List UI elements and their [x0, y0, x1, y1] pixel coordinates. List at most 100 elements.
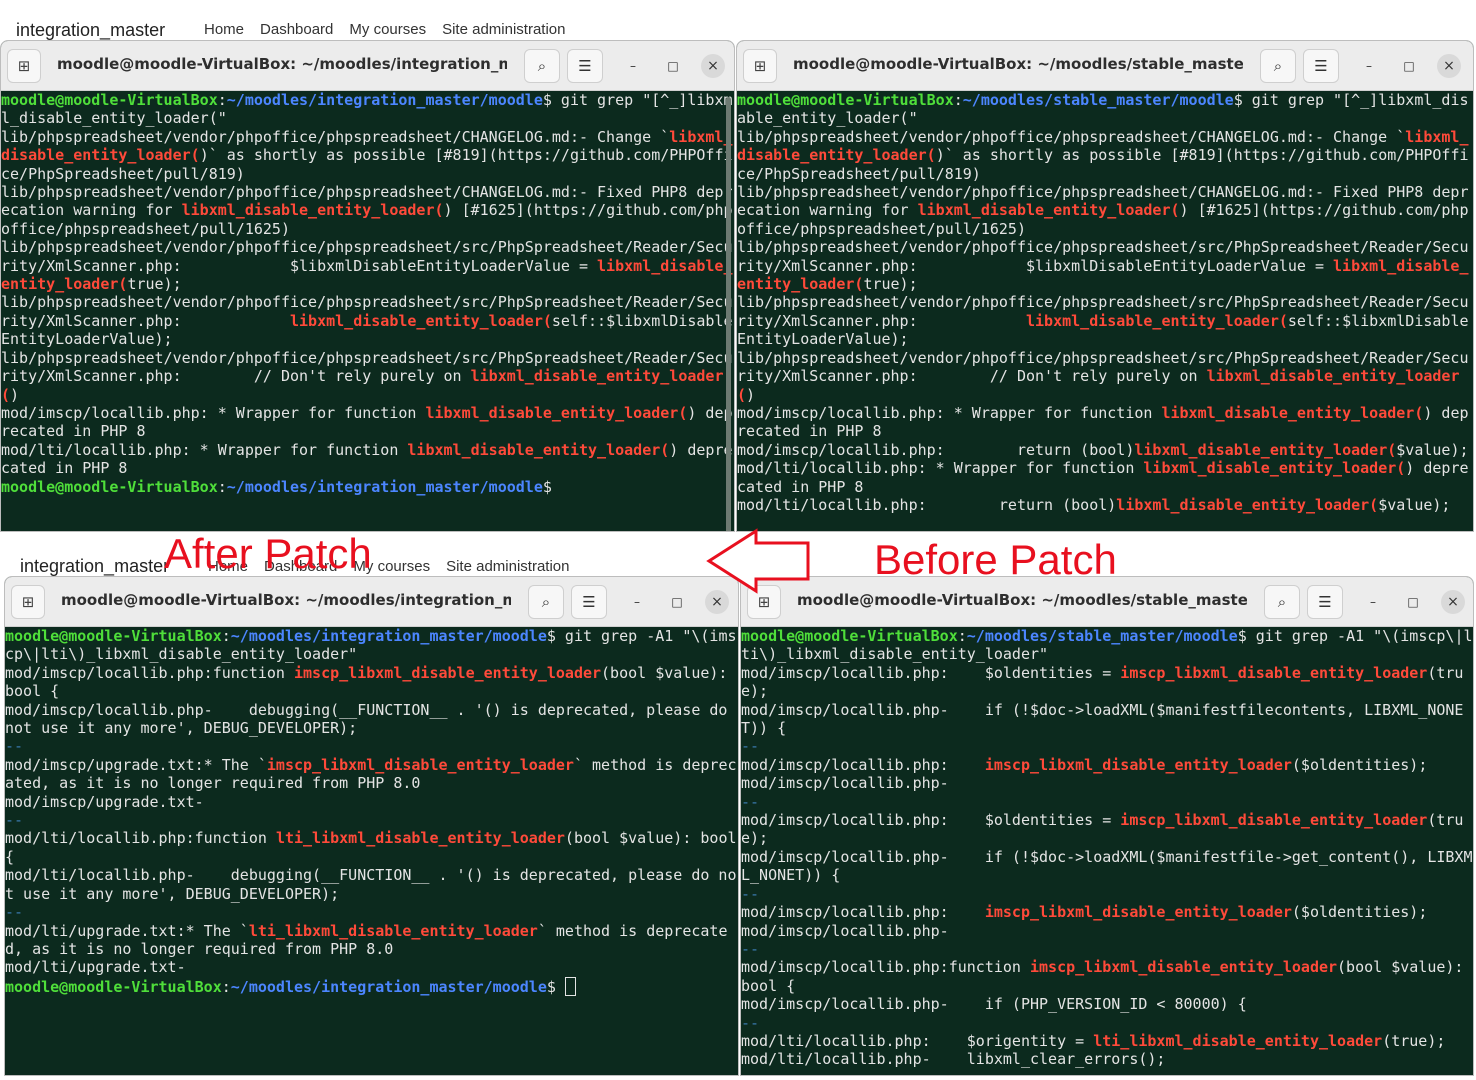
output-text: mod/imscp/locallib.php: — [741, 903, 985, 922]
terminal-line: -- — [5, 903, 738, 921]
maximize-button[interactable]: □ — [661, 54, 685, 78]
output-text: mod/imscp/locallib.php- — [741, 921, 949, 940]
output-text: mod/imscp/locallib.php- if (!$doc->loadX… — [741, 700, 1464, 738]
minimize-icon: – — [630, 59, 636, 73]
maximize-icon: □ — [1403, 59, 1415, 73]
cursor — [564, 976, 576, 996]
output-text: mod/imscp/locallib.php: return (bool) — [737, 440, 1135, 459]
terminal-bottom-right[interactable]: ⊞ moodle@moodle-VirtualBox: ~/moodles/st… — [740, 576, 1474, 1076]
output-text: ) — [10, 385, 20, 404]
menu-button[interactable]: ☰ — [567, 49, 603, 83]
nav-dashboard[interactable]: Dashboard — [260, 21, 333, 38]
search-button[interactable]: ⌕ — [1264, 585, 1300, 619]
hamburger-menu-icon: ☰ — [578, 57, 592, 75]
nav-site-administration[interactable]: Site administration — [442, 21, 565, 38]
menu-button[interactable]: ☰ — [1303, 49, 1339, 83]
search-icon: ⌕ — [1277, 593, 1287, 611]
terminal-output[interactable]: moodle@moodle-VirtualBox:~/moodles/stabl… — [741, 627, 1473, 1075]
new-tab-button[interactable]: ⊞ — [11, 585, 45, 619]
minimize-button[interactable]: – — [1357, 54, 1381, 78]
prompt-path: ~/moodles/integration_master/moodle — [230, 977, 547, 996]
menu-button[interactable]: ☰ — [571, 585, 607, 619]
new-tab-icon: ⊞ — [21, 593, 35, 611]
terminal-titlebar[interactable]: ⊞ moodle@moodle-VirtualBox: ~/moodles/st… — [741, 577, 1473, 627]
terminal-line: mod/imscp/locallib.php- — [741, 774, 1473, 792]
terminal-line: moodle@moodle-VirtualBox:~/moodles/integ… — [1, 91, 734, 128]
maximize-icon: □ — [667, 59, 679, 73]
terminal-line: lib/phpspreadsheet/vendor/phpoffice/phps… — [737, 238, 1473, 293]
terminal-titlebar[interactable]: ⊞ moodle@moodle-VirtualBox: ~/moodles/in… — [5, 577, 738, 627]
output-text: ($oldentities); — [1291, 755, 1428, 774]
new-tab-button[interactable]: ⊞ — [743, 49, 777, 83]
site-brand[interactable]: integration_master — [20, 556, 169, 577]
match-highlight: libxml_disable_entity_loader( — [1116, 495, 1379, 514]
terminal-line: mod/lti/locallib.php: $origentity = lti_… — [741, 1032, 1473, 1050]
terminal-titlebar[interactable]: ⊞ moodle@moodle-VirtualBox: ~/moodles/in… — [1, 41, 734, 91]
output-text: -- — [5, 737, 24, 756]
match-highlight: libxml_disable_entity_loader( — [1025, 311, 1288, 330]
maximize-button[interactable]: □ — [665, 590, 689, 614]
terminal-output[interactable]: moodle@moodle-VirtualBox: ~/moodles/integ… — [1, 91, 734, 531]
terminal-line: -- — [5, 737, 738, 755]
output-text: mod/lti/upgrade.txt:* The ` — [5, 921, 249, 940]
match-highlight: libxml_disable_entity_loader( — [181, 201, 444, 220]
after-patch-label: After Patch — [164, 530, 372, 577]
terminal-output[interactable]: moodle@moodle-VirtualBox:~/moodles/stabl… — [737, 91, 1473, 531]
output-text: : — [217, 91, 227, 109]
search-button[interactable]: ⌕ — [1260, 49, 1296, 83]
new-tab-button[interactable]: ⊞ — [7, 49, 41, 83]
terminal-line: -- — [5, 811, 738, 829]
close-button[interactable]: × — [1437, 54, 1461, 78]
menu-button[interactable]: ☰ — [1307, 585, 1343, 619]
terminal-line: moodle@moodle-VirtualBox:~/moodles/integ… — [5, 627, 738, 664]
match-highlight: libxml_disable_entity_loader( — [1161, 403, 1424, 422]
terminal-output[interactable]: moodle@moodle-VirtualBox:~/moodles/integ… — [5, 627, 738, 1075]
terminal-line: mod/lti/locallib.php:function lti_libxml… — [5, 829, 738, 866]
maximize-icon: □ — [671, 595, 683, 609]
prompt-user: moodle@moodle-VirtualBox — [5, 627, 222, 645]
prompt-path: ~/moodles/stable_master/moodle — [966, 627, 1238, 645]
terminal-line: mod/imscp/locallib.php- debugging(__FUNC… — [5, 701, 738, 738]
close-button[interactable]: × — [1441, 590, 1465, 614]
terminal-top-left[interactable]: ⊞ moodle@moodle-VirtualBox: ~/moodles/in… — [0, 40, 735, 532]
site-brand[interactable]: integration_master — [16, 20, 165, 41]
search-button[interactable]: ⌕ — [528, 585, 564, 619]
terminal-line: lib/phpspreadsheet/vendor/phpoffice/phps… — [1, 128, 734, 183]
terminal-line: mod/lti/locallib.php: * Wrapper for func… — [1, 441, 734, 478]
close-button[interactable]: × — [701, 54, 725, 78]
terminal-line: mod/imscp/locallib.php: $oldentities = i… — [741, 664, 1473, 701]
terminal-line: mod/imscp/locallib.php: * Wrapper for fu… — [1, 404, 734, 441]
terminal-top-right[interactable]: ⊞ moodle@moodle-VirtualBox: ~/moodles/st… — [736, 40, 1474, 532]
output-text: -- — [5, 811, 24, 830]
terminal-titlebar[interactable]: ⊞ moodle@moodle-VirtualBox: ~/moodles/st… — [737, 41, 1473, 91]
scrollbar[interactable] — [726, 97, 731, 531]
terminal-title: moodle@moodle-VirtualBox: ~/moodles/inte… — [61, 591, 511, 609]
nav-home[interactable]: Home — [204, 21, 244, 38]
terminal-line: moodle@moodle-VirtualBox:~/moodles/stabl… — [741, 627, 1473, 664]
match-highlight: imscp_libxml_disable_entity_loader — [293, 663, 602, 682]
minimize-button[interactable]: – — [625, 590, 649, 614]
terminal-line: moodle@moodle-VirtualBox:~/moodles/integ… — [1, 478, 734, 496]
match-highlight: libxml_disable_entity_loader( — [407, 440, 670, 459]
minimize-button[interactable]: – — [1361, 590, 1385, 614]
output-text: mod/lti/locallib.php- debugging(__FUNCTI… — [5, 866, 737, 903]
terminal-line: mod/lti/upgrade.txt:* The `lti_libxml_di… — [5, 922, 738, 959]
match-highlight: lti_libxml_disable_entity_loader — [1093, 1031, 1383, 1050]
nav-my-courses[interactable]: My courses — [349, 21, 426, 38]
nav-site-administration[interactable]: Site administration — [446, 558, 569, 575]
terminal-bottom-left[interactable]: ⊞ moodle@moodle-VirtualBox: ~/moodles/in… — [4, 576, 739, 1076]
maximize-button[interactable]: □ — [1401, 590, 1425, 614]
match-highlight: imscp_libxml_disable_entity_loader — [984, 903, 1292, 922]
output-text: $value); — [1378, 495, 1451, 514]
minimize-button[interactable]: – — [621, 54, 645, 78]
prompt-path: ~/moodles/integration_master/moodle — [226, 477, 543, 496]
output-text: mod/imscp/upgrade.txt:* The ` — [5, 755, 267, 774]
terminal-line: lib/phpspreadsheet/vendor/phpoffice/phps… — [1, 293, 734, 348]
search-button[interactable]: ⌕ — [524, 49, 560, 83]
output-text: mod/imscp/locallib.php: $oldentities = — [741, 663, 1121, 682]
prompt-user: moodle@moodle-VirtualBox — [1, 477, 218, 496]
output-text: mod/imscp/locallib.php:function — [5, 663, 294, 682]
new-tab-icon: ⊞ — [753, 57, 767, 75]
output-text: mod/imscp/locallib.php: * Wrapper for fu… — [737, 403, 1162, 422]
maximize-button[interactable]: □ — [1397, 54, 1421, 78]
